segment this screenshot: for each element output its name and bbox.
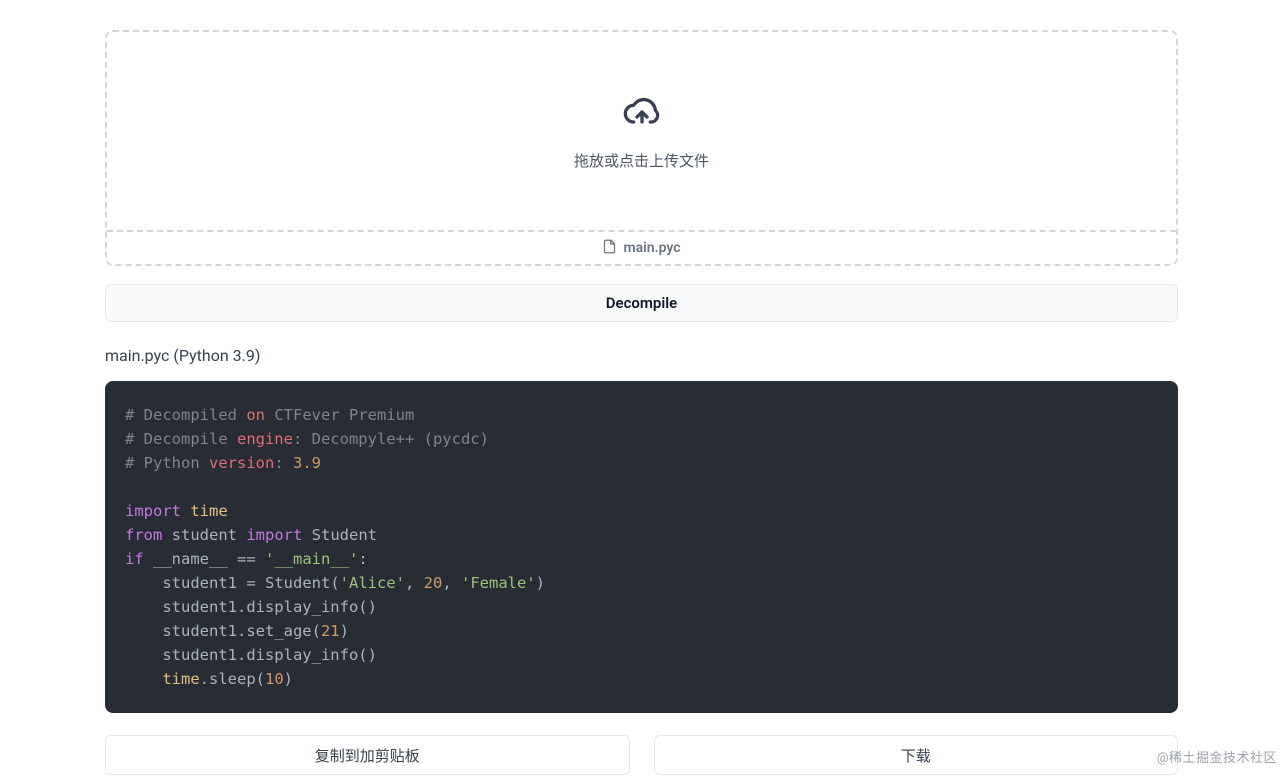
dropzone-upper[interactable]: 拖放或点击上传文件 <box>107 32 1176 232</box>
decompile-button-label: Decompile <box>606 294 677 312</box>
code-pre: # Decompiled on CTFever Premium # Decomp… <box>125 403 1158 691</box>
result-title: main.pyc (Python 3.9) <box>105 346 1178 365</box>
copy-button-label: 复制到加剪贴板 <box>315 745 420 766</box>
file-icon <box>602 239 617 258</box>
decompiled-code-block: # Decompiled on CTFever Premium # Decomp… <box>105 381 1178 713</box>
uploaded-file-name: main.pyc <box>623 240 680 256</box>
download-button[interactable]: 下载 <box>654 735 1179 775</box>
dropzone-prompt: 拖放或点击上传文件 <box>574 150 709 171</box>
cloud-upload-icon <box>622 92 662 136</box>
file-dropzone[interactable]: 拖放或点击上传文件 main.pyc <box>105 30 1178 266</box>
copy-button[interactable]: 复制到加剪贴板 <box>105 735 630 775</box>
watermark-text: @稀土掘金技术社区 <box>1157 747 1277 766</box>
decompile-button[interactable]: Decompile <box>105 284 1178 322</box>
action-button-row: 复制到加剪贴板 下载 <box>105 735 1178 775</box>
download-button-label: 下载 <box>901 745 931 766</box>
uploaded-file-badge: main.pyc <box>107 232 1176 264</box>
